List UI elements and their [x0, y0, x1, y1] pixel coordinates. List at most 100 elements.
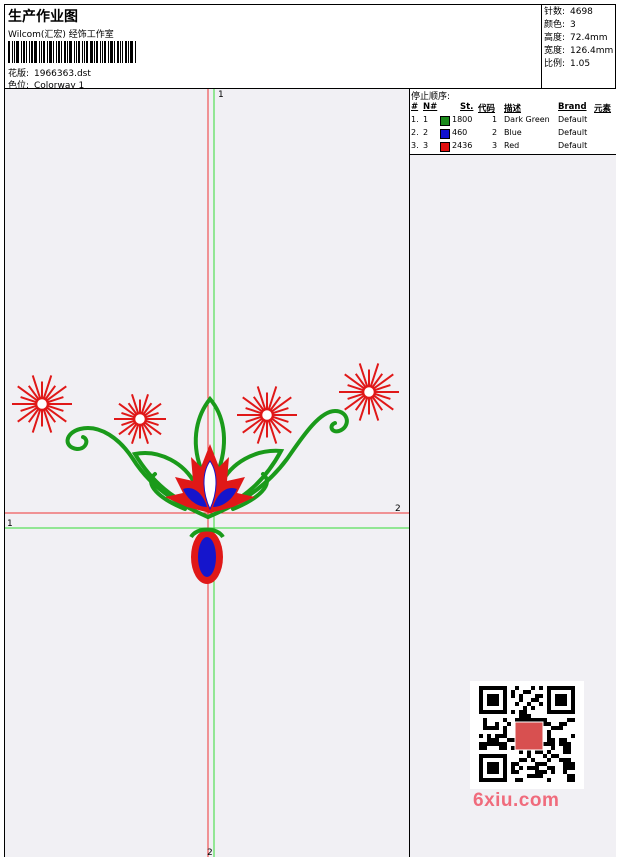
qr-module [559, 738, 563, 742]
qr-module [515, 770, 519, 774]
axis-marker-bottom: 2 [207, 848, 213, 857]
row-code: 2 [492, 128, 498, 137]
qr-module [559, 742, 563, 746]
qr-module [519, 694, 523, 698]
page-title: 生产作业图 [8, 9, 78, 25]
qr-finder [487, 762, 499, 774]
qr-module [527, 714, 531, 718]
qr-module [511, 710, 515, 714]
qr-module [519, 710, 523, 714]
qr-module [503, 734, 507, 738]
row-description: Red [504, 141, 520, 150]
design-canvas[interactable]: 1 2 1 2 [5, 89, 409, 857]
qr-module [527, 690, 531, 694]
qr-module [547, 742, 551, 746]
bud-inner-blue [198, 537, 216, 577]
qr-code-graphic [479, 686, 575, 782]
qr-module [511, 738, 515, 742]
qr-module [543, 722, 547, 726]
qr-module [515, 762, 519, 766]
barcode-bar [90, 41, 93, 63]
axis-marker-left: 1 [7, 519, 13, 529]
starburst-flower [12, 375, 72, 433]
col-element: 元素 [594, 104, 612, 114]
barcode-bar [117, 41, 119, 63]
qr-module [511, 770, 515, 774]
barcode-bar [104, 41, 106, 63]
qr-module [547, 730, 551, 734]
qr-module [523, 710, 527, 714]
qr-module [551, 726, 555, 730]
qr-module [519, 758, 523, 762]
row-index: 2. [411, 128, 419, 137]
qr-module [531, 686, 535, 690]
qr-module [495, 738, 499, 742]
qr-module [563, 770, 567, 774]
qr-module [523, 718, 527, 722]
barcode-bar [21, 41, 22, 63]
barcode-bar [8, 41, 10, 63]
barcode-bar [67, 41, 68, 63]
barcode-bar [94, 41, 95, 63]
qr-module [555, 754, 559, 758]
qr-finder [555, 694, 567, 706]
embroidery-preview: 1 2 1 2 [5, 89, 409, 857]
qr-module [567, 758, 571, 762]
qr-module [483, 722, 487, 726]
qr-module [571, 734, 575, 738]
qr-module [551, 738, 555, 742]
col-code: 代码 [478, 104, 496, 114]
qr-module [563, 766, 567, 770]
qr-module [563, 750, 567, 754]
qr-module [511, 746, 515, 750]
barcode-bar [26, 41, 27, 63]
qr-module [519, 750, 523, 754]
design-stats: 针数: 4698 颜色: 3 高度: 72.4mm 宽度: 126.4mm 比例: 1.0… [544, 6, 613, 71]
qr-module [535, 774, 539, 778]
barcode-bar [16, 41, 19, 63]
row-brand: Default [558, 115, 588, 124]
qr-module [559, 726, 563, 730]
qr-module [547, 722, 551, 726]
starburst-flower [237, 386, 297, 444]
qr-module [515, 778, 519, 782]
qr-module [571, 774, 575, 778]
barcode-bar [43, 41, 45, 63]
qr-module [511, 762, 515, 766]
row-brand: Default [558, 128, 588, 137]
row-description: Dark Green [504, 115, 550, 124]
col-number: N# [423, 102, 438, 112]
barcode-bar [61, 41, 62, 63]
barcode-bar [56, 41, 57, 63]
qr-module [551, 754, 555, 758]
starburst-center [259, 407, 275, 423]
qr-module [563, 762, 567, 766]
barcode-bar [84, 41, 85, 63]
qr-module [495, 742, 499, 746]
stat-stitches: 针数: 4698 [544, 7, 593, 17]
row-code: 1 [492, 115, 498, 124]
barcode-bar [29, 41, 30, 63]
qr-module [551, 770, 555, 774]
qr-module [531, 758, 535, 762]
qr-module [479, 746, 483, 750]
qr-module [507, 722, 511, 726]
barcode-bar [31, 41, 33, 63]
qr-module [519, 766, 523, 770]
barcode-bar [39, 41, 40, 63]
barcode-bar [128, 41, 129, 63]
qr-module [535, 770, 539, 774]
stop-sequence-table-area: 停止顺序: # N# St. 代码 描述 Brand 元素 1. 1 1800 1 Da… [410, 89, 616, 155]
qr-module [551, 766, 555, 770]
qr-module [519, 698, 523, 702]
qr-module [567, 742, 571, 746]
qr-module [511, 694, 515, 698]
qr-module [563, 758, 567, 762]
color-swatch [440, 129, 450, 139]
qr-module [539, 694, 543, 698]
qr-module [567, 778, 571, 782]
qr-module [527, 754, 531, 758]
stat-scale: 比例: 1.05 [544, 59, 591, 69]
barcode-bar [108, 41, 109, 63]
row-stitches: 1800 [452, 115, 473, 124]
